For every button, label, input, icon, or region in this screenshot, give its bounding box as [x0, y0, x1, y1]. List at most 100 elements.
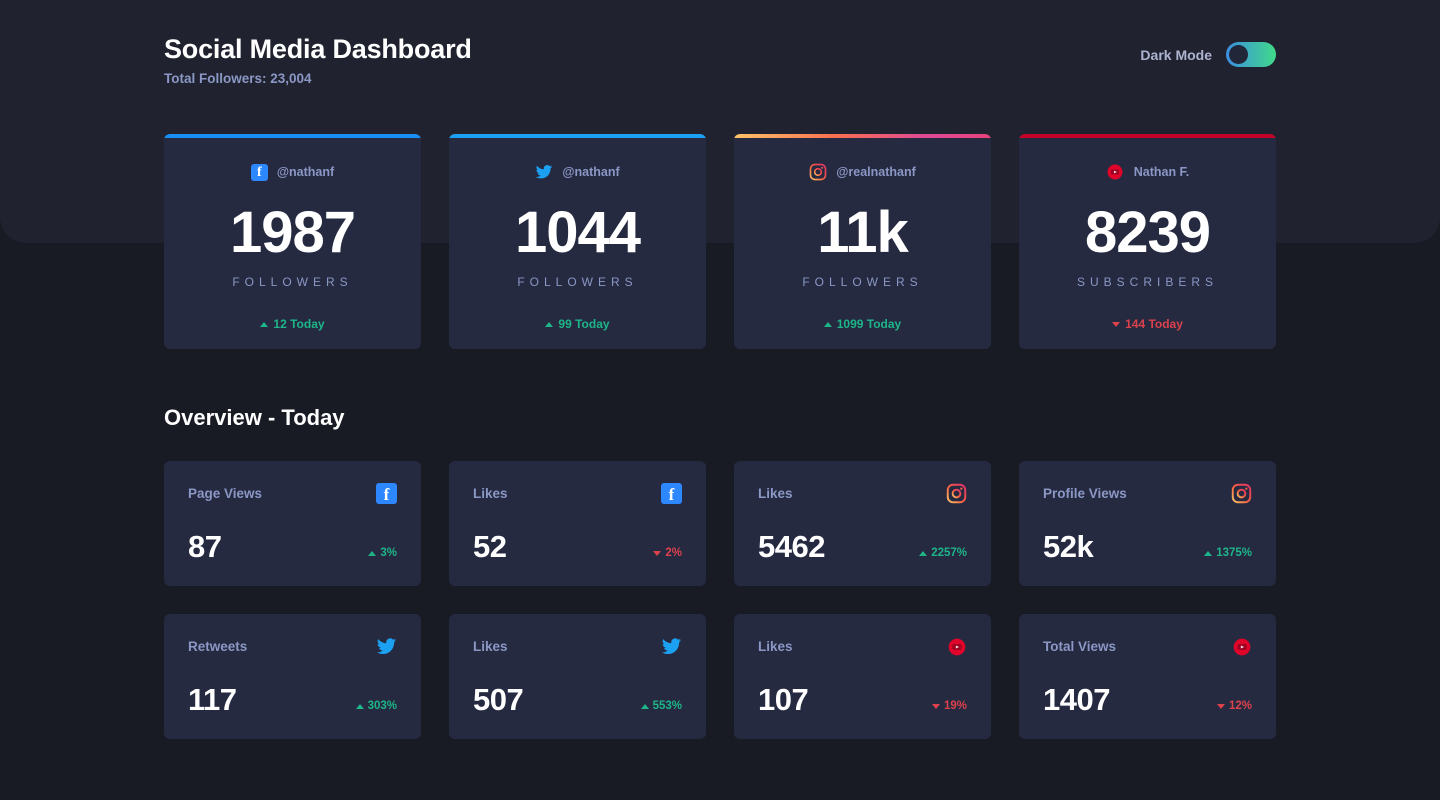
overview-card[interactable]: Likes f 52 2% — [449, 461, 706, 586]
overview-card[interactable]: Retweets 117 303% — [164, 614, 421, 739]
overview-card-header: Retweets — [188, 636, 397, 657]
stat-card-account: f @nathanf — [164, 162, 421, 182]
overview-card-label: Page Views — [188, 486, 263, 501]
overview-card-change-text: 2% — [665, 547, 682, 559]
stat-card-handle: @nathanf — [562, 165, 620, 179]
arrow-down-icon — [931, 703, 940, 709]
twitter-icon — [535, 163, 553, 181]
total-followers-subtitle: Total Followers: 23,004 — [164, 71, 312, 86]
dashboard-page: Social Media Dashboard Total Followers: … — [0, 0, 1440, 800]
stat-card-account: @nathanf — [449, 162, 706, 182]
overview-card-body: 5462 2257% — [758, 531, 967, 562]
stat-card-handle: @nathanf — [276, 165, 335, 179]
stat-card-accent-bar — [164, 134, 421, 138]
overview-card-change: 1375% — [1204, 547, 1252, 562]
stat-card-youtube[interactable]: Nathan F. 8239 Subscribers 144 Today — [1019, 134, 1276, 349]
overview-title: Overview - Today — [164, 405, 345, 430]
stat-card-change-text: 12 Today — [273, 317, 325, 331]
overview-card-header: Likes — [473, 636, 682, 657]
overview-card-label: Retweets — [188, 639, 248, 654]
overview-card-label: Likes — [473, 639, 508, 654]
stat-card-change: 99 Today — [449, 317, 706, 331]
dark-mode-control[interactable]: Dark Mode — [1140, 42, 1276, 67]
overview-card-value: 117 — [188, 682, 237, 717]
youtube-icon — [1231, 636, 1252, 657]
overview-card-label: Total Views — [1043, 639, 1117, 654]
overview-card[interactable]: Page Views f 87 3% — [164, 461, 421, 586]
facebook-icon: f — [250, 163, 268, 181]
arrow-up-icon — [545, 321, 554, 327]
overview-card[interactable]: Total Views 1407 12% — [1019, 614, 1276, 739]
toggle-knob — [1229, 45, 1248, 64]
overview-card-header: Likes — [758, 483, 967, 504]
overview-card-body: 52 2% — [473, 531, 682, 562]
stat-card-change: 12 Today — [164, 317, 421, 331]
overview-card-change: 3% — [368, 547, 397, 562]
stat-card-label: Followers — [232, 275, 353, 289]
overview-card-header: Page Views f — [188, 483, 397, 504]
stat-card-handle: Nathan F. — [1133, 165, 1190, 179]
overview-card-label: Profile Views — [1043, 486, 1127, 501]
stat-card-change-text: 99 Today — [558, 317, 610, 331]
dashboard-content: Social Media Dashboard Total Followers: … — [164, 0, 1276, 739]
twitter-icon — [661, 636, 682, 657]
stat-card-value: 11k — [817, 200, 909, 265]
overview-card-body: 507 553% — [473, 684, 682, 715]
overview-card-change: 303% — [355, 700, 397, 715]
stat-card-instagram[interactable]: @realnathanf 11k Followers 1099 Today — [734, 134, 991, 349]
overview-card-grid: Page Views f 87 3% Likes f 52 2% Likes 5462 2257% P… — [164, 461, 1276, 739]
overview-card-change: 553% — [640, 700, 682, 715]
overview-card-header: Profile Views — [1043, 483, 1252, 504]
arrow-down-icon — [1216, 703, 1225, 709]
stat-card-value: 1987 — [229, 200, 356, 265]
arrow-up-icon — [919, 550, 928, 556]
overview-card-change: 2257% — [919, 547, 967, 562]
overview-card[interactable]: Likes 5462 2257% — [734, 461, 991, 586]
overview-card-value: 5462 — [758, 529, 825, 564]
stat-card-label: Followers — [517, 275, 638, 289]
stat-card-twitter[interactable]: @nathanf 1044 Followers 99 Today — [449, 134, 706, 349]
header-titles: Social Media Dashboard Total Followers: … — [164, 32, 472, 86]
overview-card[interactable]: Profile Views 52k 1375% — [1019, 461, 1276, 586]
arrow-up-icon — [355, 703, 364, 709]
dark-mode-label: Dark Mode — [1140, 46, 1212, 63]
overview-card-change-text: 1375% — [1216, 547, 1252, 559]
facebook-icon: f — [376, 483, 397, 504]
overview-card-body: 117 303% — [188, 684, 397, 715]
arrow-up-icon — [640, 703, 649, 709]
stat-card-label: Followers — [802, 275, 923, 289]
overview-card-value: 52k — [1043, 529, 1094, 564]
stat-card-change: 144 Today — [1019, 317, 1276, 331]
stat-card-handle: @realnathanf — [836, 165, 916, 179]
stat-card-label: Subscribers — [1076, 275, 1219, 289]
instagram-icon — [1231, 483, 1252, 504]
stat-card-facebook[interactable]: f @nathanf 1987 Followers 12 Today — [164, 134, 421, 349]
overview-card-body: 1407 12% — [1043, 684, 1252, 715]
overview-card-header: Total Views — [1043, 636, 1252, 657]
page-title: Social Media Dashboard — [164, 34, 472, 64]
overview-card-label: Likes — [758, 639, 793, 654]
overview-card[interactable]: Likes 107 19% — [734, 614, 991, 739]
overview-card-change-text: 303% — [367, 700, 397, 712]
overview-card-value: 507 — [473, 682, 524, 717]
arrow-up-icon — [823, 321, 832, 327]
overview-card-change: 19% — [931, 700, 967, 715]
dark-mode-toggle[interactable] — [1226, 42, 1276, 67]
instagram-icon — [809, 163, 827, 181]
arrow-up-icon — [260, 321, 269, 327]
stat-card-accent-bar — [449, 134, 706, 138]
overview-card-header: Likes — [758, 636, 967, 657]
overview-card[interactable]: Likes 507 553% — [449, 614, 706, 739]
overview-card-body: 87 3% — [188, 531, 397, 562]
overview-card-header: Likes f — [473, 483, 682, 504]
overview-card-change: 2% — [653, 547, 682, 562]
dashboard-header: Social Media Dashboard Total Followers: … — [164, 32, 1276, 92]
stat-card-grid: f @nathanf 1987 Followers 12 Today @nathanf 10… — [164, 134, 1276, 349]
twitter-icon — [376, 636, 397, 657]
overview-card-change-text: 2257% — [931, 547, 967, 559]
overview-card-body: 107 19% — [758, 684, 967, 715]
arrow-down-icon — [653, 550, 662, 556]
stat-card-account: @realnathanf — [734, 162, 991, 182]
overview-card-value: 1407 — [1043, 682, 1110, 717]
stat-card-change-text: 1099 Today — [836, 317, 902, 331]
